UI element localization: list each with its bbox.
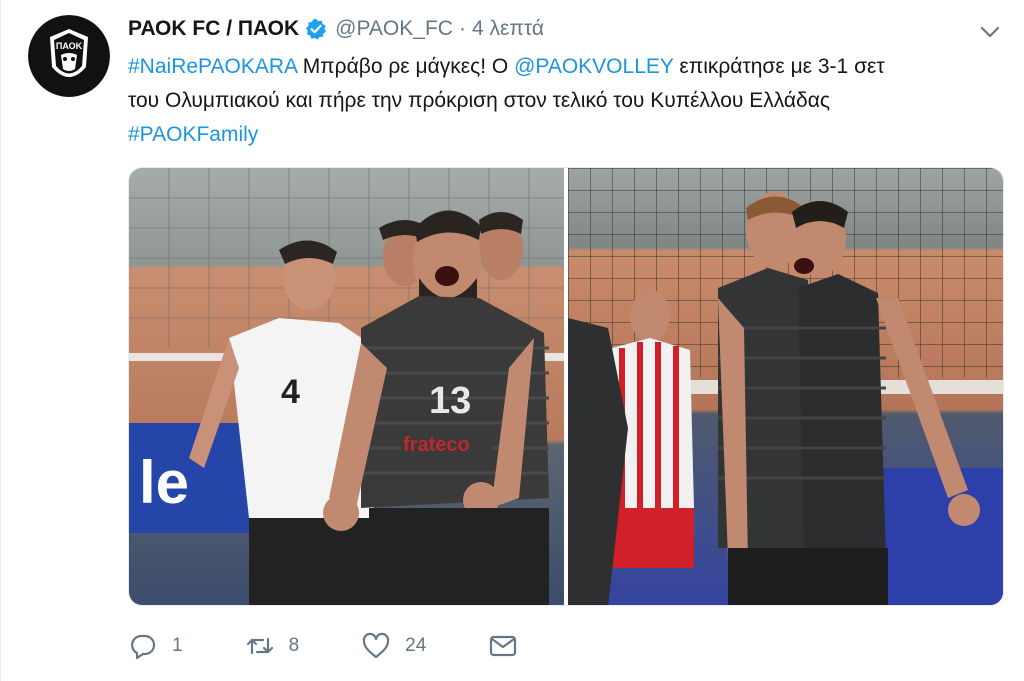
reply-count: 1 [172,635,183,656]
separator-dot: · [458,17,466,40]
chevron-down-icon[interactable] [978,20,1002,44]
direct-message-button[interactable] [488,631,518,661]
tweet-card[interactable]: ΠΑΟΚ ΡΑΟΚ FC / ΠΑΟΚ @PAOK_FC · 4 λεπτά #… [0,0,1024,681]
heart-icon [363,632,390,659]
photo-celebrating-players[interactable]: le 4 13 frateco [129,168,564,605]
sponsor-logo: frateco [403,434,470,456]
tweet-text: #NaiRePAOKARA Μπράβο ρε μάγκες! Ο @PAOKV… [128,50,998,152]
retweet-count: 8 [288,635,300,656]
tweet-text-line-3: #PAOKFamily [128,118,998,152]
account-name[interactable]: ΡΑΟΚ FC / ΠΑΟΚ [128,17,299,41]
tweet-text-segment: Μπράβο ρε μάγκες! Ο [296,55,515,78]
tweet-header: ΡΑΟΚ FC / ΠΑΟΚ @PAOK_FC · 4 λεπτά [128,14,544,44]
divider [0,0,1,681]
direct-message-icon [490,635,517,657]
media-gallery: le 4 13 frateco [128,167,1004,606]
retweet-icon [246,637,273,655]
tweet-actions: 1 8 24 [128,626,580,666]
svg-text:le: le [139,449,189,516]
tweet-text-segment: επικράτησε με 3-1 σετ [673,55,885,78]
reply-button[interactable]: 1 [128,631,183,661]
tweet-text-line-2: του Ολυμπιακού και πήρε την πρόκριση στο… [128,89,831,112]
avatar[interactable]: ΠΑΟΚ [28,15,110,97]
jersey-number-center: 13 [429,380,471,422]
photo-players-embrace[interactable] [568,168,1003,605]
tweet-text-line-1: #NaiRePAOKARA Μπράβο ρε μάγκες! Ο @PAOKV… [128,50,998,84]
mention-link[interactable]: @PAOKVOLLEY [514,55,673,78]
account-handle[interactable]: @PAOK_FC [335,17,453,41]
reply-icon [131,634,156,660]
avatar-logo-text: ΠΑΟΚ [56,41,83,51]
hashtag-link[interactable]: #PAOKFamily [128,123,258,146]
timestamp[interactable]: 4 λεπτά [472,17,544,41]
like-count: 24 [405,635,427,656]
verified-badge-icon [305,18,327,40]
jersey-number-left: 4 [281,373,300,411]
like-button[interactable]: 24 [361,631,426,661]
hashtag-link[interactable]: #NaiRePAOKARA [128,55,297,78]
retweet-button[interactable]: 8 [245,631,300,661]
